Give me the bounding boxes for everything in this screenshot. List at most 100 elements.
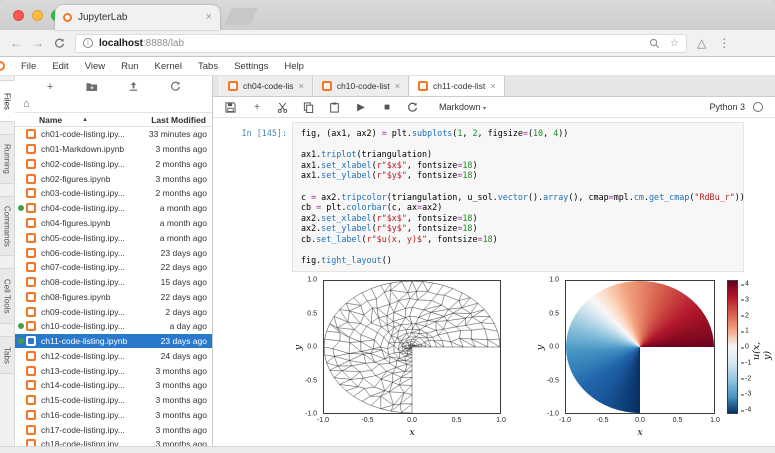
file-row[interactable]: ch01-Markdown.ipynb3 months ago bbox=[15, 142, 212, 157]
refresh-icon[interactable] bbox=[170, 81, 183, 92]
code-line: c = ax2.tripcolor(triangulation, u_sol.v… bbox=[301, 192, 735, 203]
x-tick-label: 0.0 bbox=[407, 417, 417, 424]
window-minimize-button[interactable] bbox=[32, 10, 43, 21]
column-name[interactable]: Name bbox=[39, 115, 62, 125]
file-row[interactable]: ch08-figures.ipynb22 days ago bbox=[15, 289, 212, 304]
window-close-button[interactable] bbox=[13, 10, 24, 21]
new-folder-icon[interactable] bbox=[86, 81, 99, 92]
tab-close-icon[interactable]: × bbox=[206, 12, 212, 23]
file-name: ch13-code-listing.ipy... bbox=[41, 366, 125, 376]
kernel-running-dot bbox=[18, 368, 24, 374]
file-row[interactable]: ch10-code-listing.ipy...a day ago bbox=[15, 319, 212, 334]
file-modified: 2 days ago bbox=[165, 307, 207, 317]
sort-ascending-icon[interactable]: ▲ bbox=[82, 117, 88, 123]
file-row[interactable]: ch01-code-listing.ipy...33 minutes ago bbox=[15, 127, 212, 142]
file-modified: 22 days ago bbox=[161, 292, 207, 302]
new-tab-button[interactable] bbox=[224, 8, 258, 25]
file-modified: 23 days ago bbox=[161, 336, 207, 346]
search-icon[interactable] bbox=[649, 38, 660, 49]
file-row[interactable]: ch09-code-listing.ipy...2 days ago bbox=[15, 304, 212, 319]
file-row[interactable]: ch07-code-listing.ipy...22 days ago bbox=[15, 260, 212, 275]
save-icon[interactable] bbox=[225, 102, 237, 113]
doc-tab-ch10-code-list[interactable]: ch10-code-list× bbox=[313, 76, 409, 96]
notebook-content: In [145]: fig, (ax1, ax2) = plt.subplots… bbox=[213, 118, 775, 452]
file-row[interactable]: ch05-code-listing.ipy...a month ago bbox=[15, 230, 212, 245]
new-launcher-icon[interactable]: + bbox=[44, 81, 57, 93]
notebook-file-icon bbox=[26, 129, 36, 139]
notebook-icon bbox=[418, 81, 428, 91]
back-icon[interactable]: ← bbox=[10, 36, 22, 50]
file-row[interactable]: ch04-figures.ipynba month ago bbox=[15, 216, 212, 231]
bookmark-star-icon[interactable]: ☆ bbox=[670, 38, 679, 49]
address-bar[interactable]: i localhost:8888/lab ☆ bbox=[75, 34, 687, 53]
copy-icon[interactable] bbox=[303, 102, 315, 113]
sidebar-tab-running[interactable]: Running bbox=[0, 134, 15, 184]
restart-refresh-icon[interactable] bbox=[407, 102, 419, 113]
file-row[interactable]: ch03-code-listing.ipy...2 months ago bbox=[15, 186, 212, 201]
file-row[interactable]: ch06-code-listing.ipy...23 days ago bbox=[15, 245, 212, 260]
kernel-running-dot bbox=[18, 353, 24, 359]
menu-kernel[interactable]: Kernel bbox=[147, 61, 190, 72]
file-row[interactable]: ch16-code-listing.ipy...3 months ago bbox=[15, 408, 212, 423]
file-row[interactable]: ch13-code-listing.ipy...3 months ago bbox=[15, 363, 212, 378]
menu-view[interactable]: View bbox=[77, 61, 113, 72]
file-row[interactable]: ch04-code-listing.ipy...a month ago bbox=[15, 201, 212, 216]
notebook-file-icon bbox=[26, 321, 36, 331]
cut-icon[interactable] bbox=[277, 102, 289, 113]
file-row[interactable]: ch15-code-listing.ipy...3 months ago bbox=[15, 393, 212, 408]
file-row[interactable]: ch14-code-listing.ipy...3 months ago bbox=[15, 378, 212, 393]
file-modified: 24 days ago bbox=[161, 351, 207, 361]
reload-icon[interactable] bbox=[54, 38, 65, 49]
browser-tab[interactable]: JupyterLab × bbox=[55, 5, 220, 30]
x-tick-label: -0.5 bbox=[596, 417, 608, 424]
notebook-file-icon bbox=[26, 307, 36, 317]
menu-file[interactable]: File bbox=[13, 61, 44, 72]
doc-tab-close-icon[interactable]: × bbox=[395, 81, 400, 91]
forward-icon[interactable]: → bbox=[32, 36, 44, 50]
sidebar-tab-files[interactable]: Files bbox=[0, 80, 15, 122]
column-last-modified[interactable]: Last Modified bbox=[151, 115, 206, 125]
file-row[interactable]: ch02-figures.ipynb3 months ago bbox=[15, 171, 212, 186]
upload-icon[interactable] bbox=[128, 81, 141, 92]
add-cell-icon[interactable]: + bbox=[251, 102, 263, 113]
file-modified: 15 days ago bbox=[161, 277, 207, 287]
menu-tabs[interactable]: Tabs bbox=[190, 61, 226, 72]
menu-help[interactable]: Help bbox=[276, 61, 312, 72]
doc-tab-close-icon[interactable]: × bbox=[299, 81, 304, 91]
code-cell[interactable]: In [145]: fig, (ax1, ax2) = plt.subplots… bbox=[213, 122, 775, 272]
file-row[interactable]: ch12-code-listing.ipy...24 days ago bbox=[15, 348, 212, 363]
code-line: cb.set_label(r"$u(x, y)$", fontsize=18) bbox=[301, 234, 735, 245]
kernel-running-dot bbox=[18, 294, 24, 300]
sidebar-tab-cell-tools[interactable]: Cell Tools bbox=[0, 268, 15, 324]
notebook-file-icon bbox=[26, 425, 36, 435]
doc-tab-ch11-code-list[interactable]: ch11-code-list× bbox=[409, 76, 505, 96]
cell-type-dropdown[interactable]: Markdown ▾ bbox=[439, 102, 486, 112]
main-dock-panel: ch04-code-lis×ch10-code-list×ch11-code-l… bbox=[213, 76, 775, 452]
home-icon[interactable]: ⌂ bbox=[23, 99, 30, 110]
file-row[interactable]: ch17-code-listing.ipy...3 months ago bbox=[15, 422, 212, 437]
file-row[interactable]: ch11-code-listing.ipynb23 days ago bbox=[15, 334, 212, 349]
kernel-status-icon[interactable] bbox=[753, 102, 763, 112]
doc-tab-close-icon[interactable]: × bbox=[490, 81, 495, 91]
kernel-running-dot bbox=[18, 161, 24, 167]
kernel-name[interactable]: Python 3 bbox=[709, 102, 745, 112]
x-tick-label: -0.5 bbox=[361, 417, 373, 424]
doc-tab-ch04-code-lis[interactable]: ch04-code-lis× bbox=[219, 76, 313, 96]
sidebar-tab-commands[interactable]: Commands bbox=[0, 196, 15, 256]
menu-settings[interactable]: Settings bbox=[226, 61, 276, 72]
file-row[interactable]: ch02-code-listing.ipy...2 months ago bbox=[15, 157, 212, 172]
notebook-file-icon bbox=[26, 262, 36, 272]
cell-code-editor[interactable]: fig, (ax1, ax2) = plt.subplots(1, 2, fig… bbox=[292, 122, 744, 272]
page-info-icon[interactable]: i bbox=[83, 38, 93, 48]
x-tick-label: 0.5 bbox=[452, 417, 462, 424]
extension-icon[interactable]: △ bbox=[697, 36, 706, 50]
sidebar-tab-tabs[interactable]: Tabs bbox=[0, 336, 15, 374]
browser-menu-icon[interactable]: ⋮ bbox=[718, 36, 730, 50]
menu-run[interactable]: Run bbox=[113, 61, 146, 72]
menu-edit[interactable]: Edit bbox=[44, 61, 76, 72]
file-row[interactable]: ch08-code-listing.ipy...15 days ago bbox=[15, 275, 212, 290]
colorbar bbox=[727, 280, 738, 414]
paste-icon[interactable] bbox=[329, 102, 341, 113]
run-icon[interactable]: ▶ bbox=[355, 102, 367, 113]
stop-icon[interactable]: ■ bbox=[381, 102, 393, 113]
